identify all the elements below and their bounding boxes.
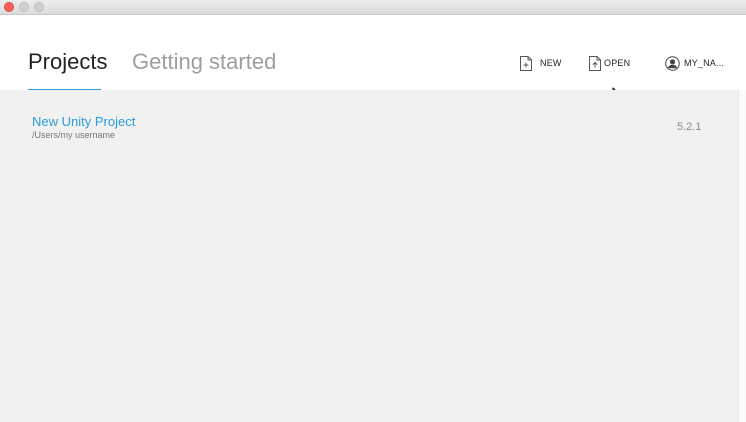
header: Projects Getting started NEW OPEN MY_NA.…: [0, 15, 746, 104]
open-label: OPEN: [604, 58, 631, 68]
new-label: NEW: [540, 58, 562, 68]
projects-list: New Unity Project /Users/my username 5.2…: [0, 90, 738, 422]
minimize-window-button[interactable]: [19, 2, 29, 12]
unity-launcher-window: Projects Getting started NEW OPEN MY_NA.…: [0, 0, 746, 422]
account-menu[interactable]: MY_NA...: [665, 55, 724, 71]
maximize-window-button[interactable]: [34, 2, 44, 12]
project-name[interactable]: New Unity Project: [32, 114, 135, 130]
project-version: 5.2.1: [677, 121, 702, 133]
user-avatar-icon: [665, 55, 680, 71]
title-bar[interactable]: [0, 0, 746, 15]
account-label: MY_NA...: [684, 58, 725, 68]
open-file-icon: [589, 55, 601, 71]
tab-projects[interactable]: Projects: [28, 49, 107, 75]
new-file-icon: [520, 55, 532, 71]
project-row[interactable]: New Unity Project /Users/my username 5.2…: [0, 112, 738, 142]
tab-getting-started[interactable]: Getting started: [132, 49, 276, 75]
close-window-button[interactable]: [4, 2, 14, 12]
project-path: /Users/my username: [32, 130, 116, 140]
scrollbar[interactable]: [738, 90, 746, 422]
new-project-button[interactable]: NEW: [520, 55, 562, 71]
open-project-button[interactable]: OPEN: [589, 55, 630, 71]
